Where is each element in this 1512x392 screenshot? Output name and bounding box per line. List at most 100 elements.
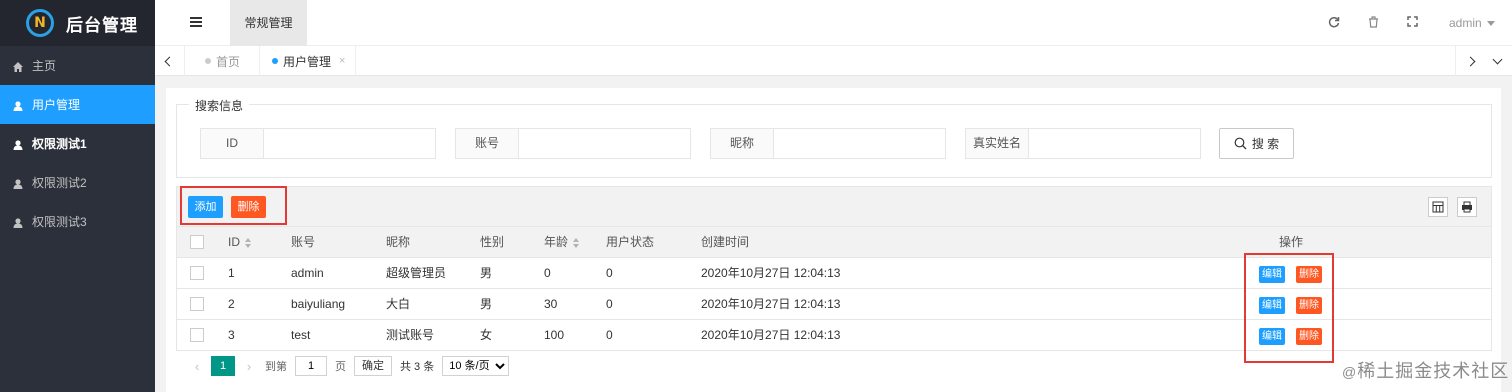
columns-filter-icon[interactable] [1428,197,1448,217]
total-count: 共 3 条 [400,361,435,373]
goto-confirm-button[interactable]: 确定 [354,356,392,376]
cell-age: 100 [544,328,565,342]
id-input[interactable] [264,129,435,158]
page-size-select[interactable]: 10 条/页 [442,356,510,376]
next-page-icon[interactable]: › [239,359,259,374]
sidebar-item-home[interactable]: 主页 [0,46,155,85]
user-menu[interactable]: admin [1449,16,1495,30]
tab-scroll-right-button[interactable] [1455,46,1485,76]
sidebar-item-permission-test-1[interactable]: 权限测试1 [0,124,155,163]
account-input[interactable] [519,129,690,158]
search-button[interactable]: 搜 索 [1219,128,1294,159]
goto-suffix: 页 [335,361,346,373]
top-header: 常规管理 admin [155,0,1512,46]
dot-icon [205,58,211,64]
search-panel: 搜索信息 ID 账号 昵称 真实姓名 搜 索 [176,97,1492,178]
search-legend: 搜索信息 [189,97,250,114]
cell-account: test [291,328,311,342]
user-icon [13,139,23,150]
nickname-field: 昵称 [710,128,946,159]
cell-age: 0 [544,266,551,280]
goto-prefix: 到第 [265,361,287,373]
sidebar-item-label: 权限测试2 [32,176,87,190]
realname-field: 真实姓名 [965,128,1201,159]
cell-account: admin [291,266,324,280]
cell-age: 30 [544,297,558,311]
caret-down-icon [1486,21,1495,27]
select-all-checkbox[interactable] [190,235,204,249]
logo-icon: N [26,9,54,37]
tab-home[interactable]: 首页 [205,46,240,76]
prev-page-icon[interactable]: ‹ [187,359,207,374]
user-icon [13,100,23,111]
cell-gender: 男 [480,266,493,280]
menu-toggle-icon[interactable] [190,17,202,28]
account-field: 账号 [455,128,691,159]
cell-created: 2020年10月27日 12:04:13 [701,328,841,342]
cell-account: baiyuliang [291,297,346,311]
fullscreen-icon[interactable] [1405,16,1419,30]
column-gender: 性别 [480,235,505,249]
cell-id: 3 [228,328,235,342]
watermark: @稀土掘金技术社区 [1342,361,1510,381]
cell-status: 0 [606,266,613,280]
sidebar-item-user-management[interactable]: 用户管理 [0,85,155,124]
table-toolbar: 添加 删除 [176,186,1492,227]
close-icon[interactable]: × [339,55,345,67]
sidebar-item-label: 主页 [32,59,57,73]
cell-nickname: 测试账号 [386,328,435,342]
tab-scroll-left-button[interactable] [155,46,185,76]
sidebar-item-permission-test-3[interactable]: 权限测试3 [0,202,155,241]
cell-gender: 男 [480,297,493,311]
tab-bar: 首页 用户管理 × [155,46,1512,76]
sort-icon[interactable] [245,237,251,248]
search-icon [1234,137,1247,150]
current-page[interactable]: 1 [211,356,235,376]
app-title: 后台管理 [66,15,138,35]
cell-nickname: 超级管理员 [386,266,447,280]
nickname-input[interactable] [774,129,945,158]
cell-id: 2 [228,297,235,311]
home-icon [13,61,23,72]
logo-area[interactable]: N 后台管理 [0,0,155,46]
chevron-left-icon [164,56,175,66]
column-nickname: 昵称 [386,235,411,249]
cell-nickname: 大白 [386,297,411,311]
cell-status: 0 [606,297,613,311]
cell-id: 1 [228,266,235,280]
cell-created: 2020年10月27日 12:04:13 [701,266,841,280]
highlight-box-toolbar [180,186,287,225]
sidebar-item-label: 权限测试1 [32,137,87,151]
cell-gender: 女 [480,328,493,342]
realname-input[interactable] [1029,129,1200,158]
highlight-box-actions [1244,253,1334,363]
column-age[interactable]: 年龄 [544,227,580,257]
tab-options-button[interactable] [1482,46,1512,76]
dot-icon [272,58,278,64]
row-checkbox[interactable] [190,328,204,342]
print-icon[interactable] [1457,197,1477,217]
chevron-right-icon [1465,56,1476,66]
trash-icon[interactable] [1366,16,1380,30]
nav-tab-general[interactable]: 常规管理 [230,0,307,46]
main-content: 搜索信息 ID 账号 昵称 真实姓名 搜 索 添加 删除 ID 账号 昵称 性别… [166,88,1501,392]
cell-created: 2020年10月27日 12:04:13 [701,297,841,311]
user-icon [13,178,23,189]
user-icon [13,217,23,228]
column-account: 账号 [291,235,316,249]
goto-page-input[interactable] [295,356,327,376]
column-created: 创建时间 [701,235,750,249]
sidebar: N 后台管理 主页 用户管理 权限测试1 权限测试2 权限测试3 [0,0,155,392]
refresh-icon[interactable] [1327,16,1341,30]
chevron-down-icon [1492,54,1502,64]
column-id[interactable]: ID [228,227,251,257]
column-status: 用户状态 [606,235,655,249]
tab-user-management[interactable]: 用户管理 × [259,46,357,76]
sort-icon[interactable] [573,237,580,248]
row-checkbox[interactable] [190,297,204,311]
id-field: ID [200,128,436,159]
sidebar-item-label: 用户管理 [32,98,81,112]
sidebar-item-permission-test-2[interactable]: 权限测试2 [0,163,155,202]
cell-status: 0 [606,328,613,342]
row-checkbox[interactable] [190,266,204,280]
